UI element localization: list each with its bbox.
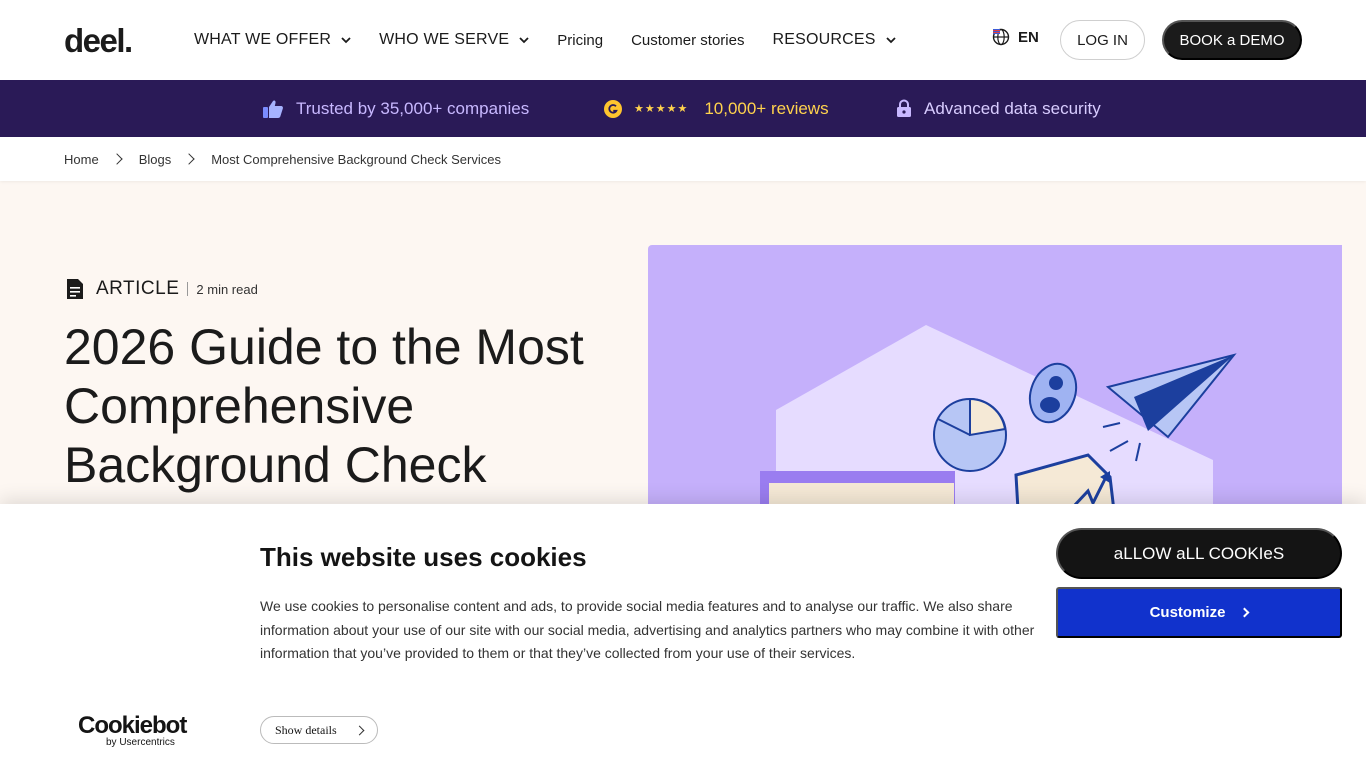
trust-companies-text: Trusted by 35,000+ companies <box>296 98 530 118</box>
cookiebot-brand: Cookiebot <box>78 712 187 739</box>
deel-logo[interactable]: deel. <box>64 22 133 60</box>
hero-illustration <box>648 245 1342 545</box>
meta-divider <box>187 282 189 296</box>
cookie-description: We use cookies to personalise content an… <box>260 598 1035 661</box>
nav-pricing[interactable]: Pricing <box>557 32 603 49</box>
cookiebot-by: by Usercentrics <box>106 737 175 748</box>
article-meta: ARTICLE 2 min read <box>66 278 258 300</box>
chevron-down-icon <box>341 37 351 44</box>
book-demo-button[interactable]: BOOK a DEMO <box>1162 20 1302 60</box>
chevron-right-icon <box>1239 607 1250 618</box>
rating-stars: ★★★★★ <box>634 103 689 115</box>
article-type: ARTICLE <box>96 278 180 299</box>
chevron-down-icon <box>519 37 529 44</box>
allow-all-cookies-button[interactable]: aLLOW aLL COOKIeS <box>1056 528 1342 579</box>
customize-label: Customize <box>1149 604 1226 621</box>
show-details-label: Show details <box>275 722 337 737</box>
show-details-button[interactable]: Show details <box>260 716 378 744</box>
hero-illustration-graphic <box>760 325 1237 545</box>
thumbs-up-icon <box>263 100 283 118</box>
breadcrumb-blogs[interactable]: Blogs <box>139 152 172 167</box>
trust-reviews-text: 10,000+ reviews <box>704 98 829 118</box>
language-label: EN <box>1018 28 1039 46</box>
customize-button[interactable]: Customize <box>1056 587 1342 638</box>
trust-companies: Trusted by 35,000+ companies <box>262 80 529 137</box>
globe-flag-icon <box>992 28 1010 46</box>
trust-reviews: ★★★★★ 10,000+ reviews <box>604 80 829 137</box>
nav-customer-stories-label: Customer stories <box>631 31 745 49</box>
nav-resources-label: RESOURCES <box>772 31 876 48</box>
trust-bar: Trusted by 35,000+ companies ★★★★★ 10,00… <box>0 80 1366 137</box>
main-nav: WHAT WE OFFER WHO WE SERVE Pricing Custo… <box>194 0 924 80</box>
document-icon <box>67 279 83 299</box>
chevron-right-icon <box>354 725 365 736</box>
cookie-title: This website uses cookies <box>260 542 587 572</box>
nav-who-we-serve-label: WHO WE SERVE <box>379 31 510 48</box>
nav-resources[interactable]: RESOURCES <box>772 31 896 49</box>
nav-customer-stories[interactable]: Customer stories <box>631 32 744 49</box>
nav-pricing-label: Pricing <box>557 31 604 49</box>
pie-chart-icon <box>933 397 1007 472</box>
breadcrumb: Home Blogs Most Comprehensive Background… <box>0 137 1366 181</box>
cookiebot-logo: Cookiebot by Usercentrics <box>78 712 187 748</box>
trust-security: Advanced data security <box>896 80 1101 137</box>
login-button[interactable]: LOG IN <box>1060 20 1145 60</box>
chevron-down-icon <box>885 37 896 44</box>
nav-what-we-offer[interactable]: WHAT WE OFFER <box>194 31 351 49</box>
site-header: deel. WHAT WE OFFER WHO WE SERVE Pricing… <box>0 0 1366 80</box>
breadcrumb-current: Most Comprehensive Background Check Serv… <box>211 151 501 167</box>
nav-what-we-offer-label: WHAT WE OFFER <box>194 31 332 48</box>
chevron-right-icon <box>183 153 195 165</box>
read-time: 2 min read <box>196 281 258 297</box>
lock-icon <box>897 99 911 117</box>
breadcrumb-home[interactable]: Home <box>64 152 99 167</box>
cookie-banner: Cookiebot by Usercentrics This website u… <box>0 504 1366 768</box>
trust-security-text: Advanced data security <box>924 98 1101 118</box>
nav-who-we-serve[interactable]: WHO WE SERVE <box>379 31 529 49</box>
chevron-right-icon <box>111 153 123 165</box>
language-selector[interactable]: EN <box>992 28 1039 46</box>
g2-icon <box>604 99 622 118</box>
